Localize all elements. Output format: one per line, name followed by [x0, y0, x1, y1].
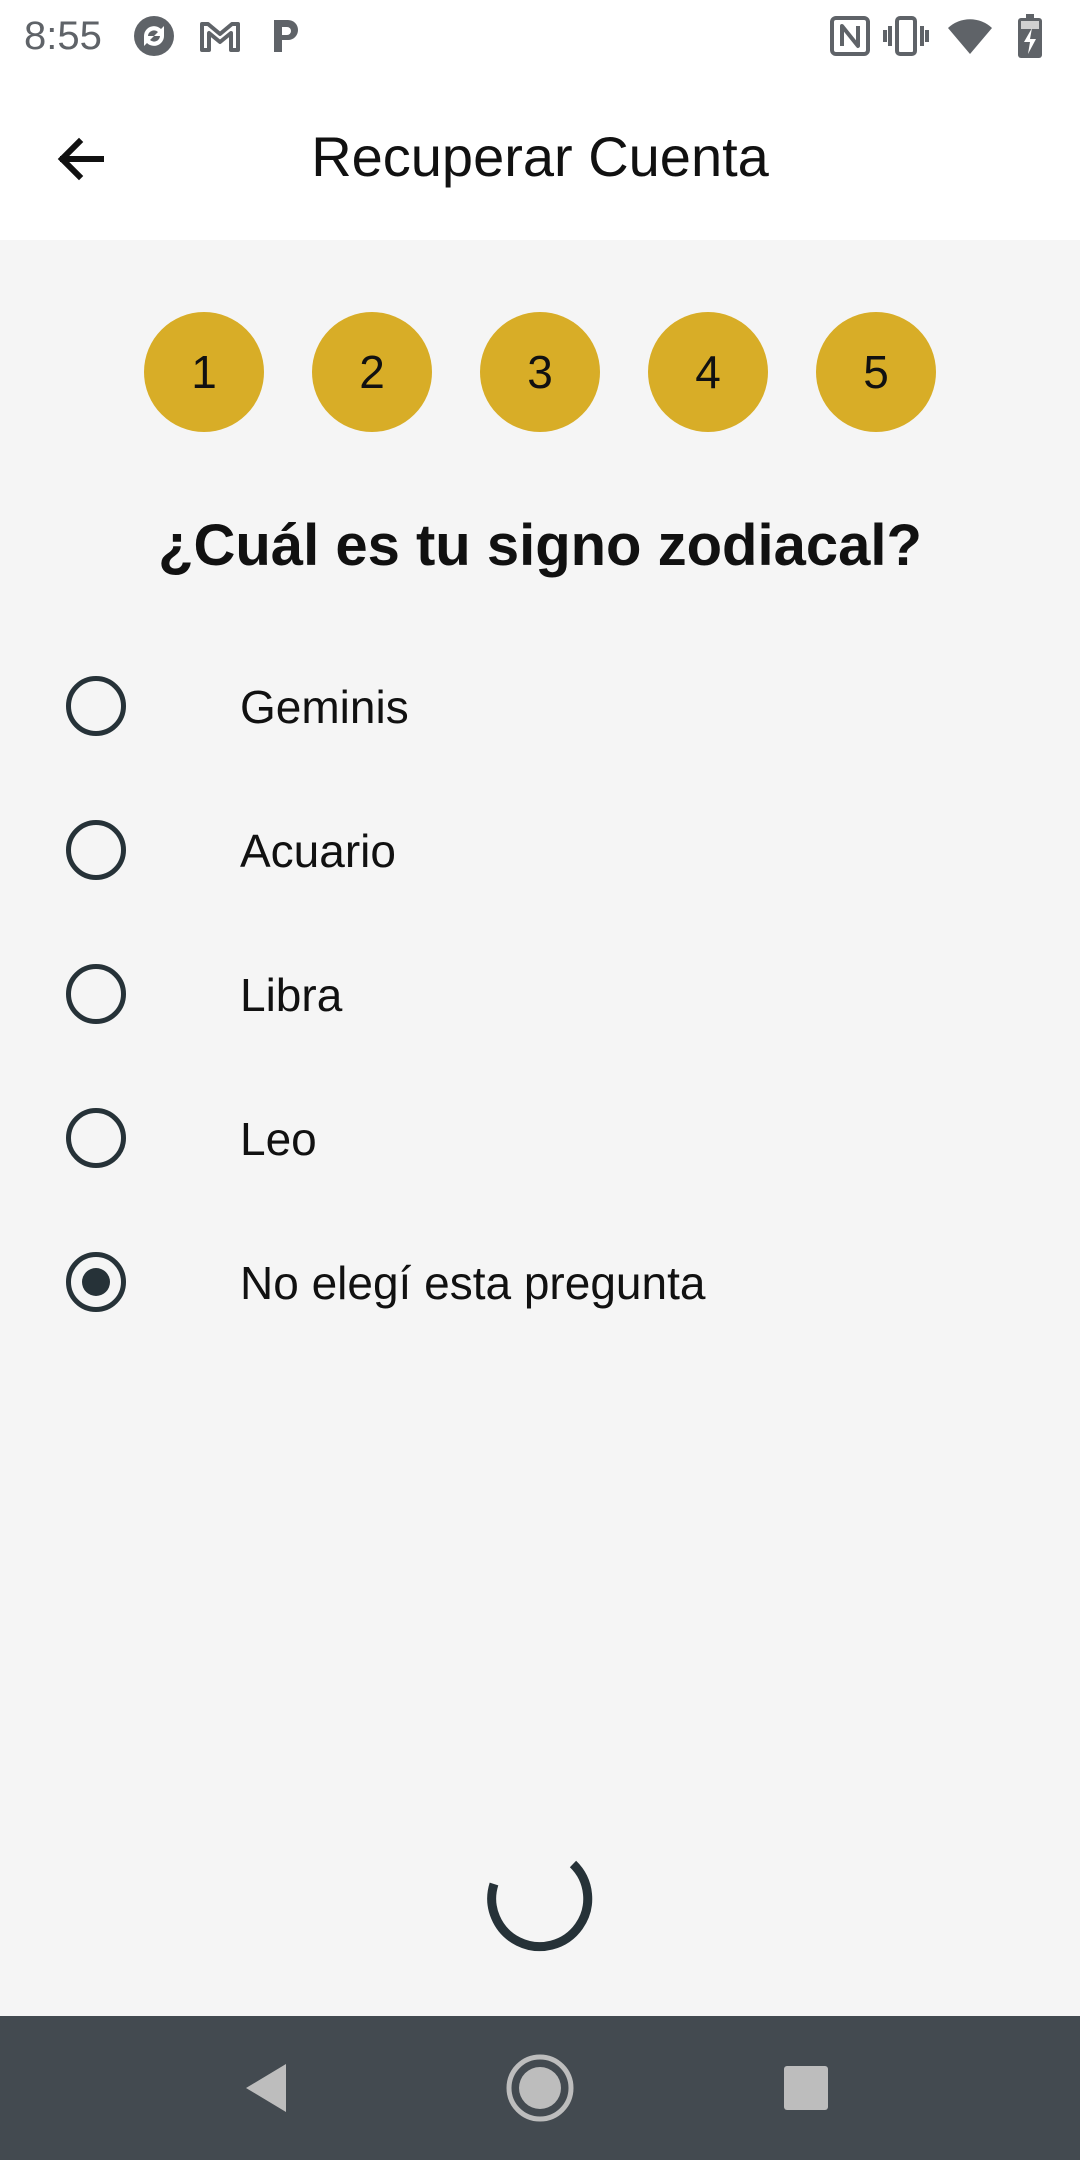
- step-3[interactable]: 3: [480, 312, 600, 432]
- option-label: No elegí esta pregunta: [240, 1257, 706, 1309]
- wifi-icon: [948, 19, 992, 54]
- gmail-icon: [200, 22, 240, 52]
- nav-back-button[interactable]: [196, 2016, 340, 2160]
- step-4[interactable]: 4: [648, 312, 768, 432]
- step-5[interactable]: 5: [816, 312, 936, 432]
- back-triangle-icon: [246, 2064, 286, 2112]
- option-leo[interactable]: Leo: [0, 1078, 1080, 1198]
- option-label: Libra: [240, 969, 343, 1021]
- nav-home-button[interactable]: [468, 2016, 612, 2160]
- option-geminis[interactable]: Geminis: [0, 646, 1080, 766]
- option-no-elegi[interactable]: No elegí esta pregunta: [0, 1222, 1080, 1342]
- app-bar: Recuperar Cuenta: [0, 72, 1080, 240]
- step-1[interactable]: 1: [144, 312, 264, 432]
- page-title: Recuperar Cuenta: [311, 125, 769, 188]
- nfc-icon: [830, 16, 870, 56]
- status-time: 8:55: [24, 14, 102, 58]
- screen: 8:55 Recuperar Cuenta 1 2 3 4 5 ¿Cuál es…: [0, 0, 1080, 2160]
- loading-spinner-icon: [487, 1860, 593, 1952]
- radio-button[interactable]: [66, 964, 126, 1024]
- system-nav-bar: [0, 2016, 1080, 2160]
- option-label: Geminis: [240, 681, 409, 733]
- radio-button[interactable]: [66, 1108, 126, 1168]
- home-circle-icon: [506, 2054, 574, 2122]
- status-bar: 8:55: [0, 0, 1080, 72]
- radio-button-selected[interactable]: [66, 1252, 126, 1312]
- option-libra[interactable]: Libra: [0, 934, 1080, 1054]
- radio-selected-dot: [82, 1268, 110, 1296]
- sync-app-icon: [134, 16, 174, 56]
- radio-button[interactable]: [66, 676, 126, 736]
- question-heading: ¿Cuál es tu signo zodiacal?: [158, 513, 922, 578]
- nav-recents-button[interactable]: [734, 2016, 878, 2160]
- option-label: Leo: [240, 1113, 317, 1165]
- option-label: Acuario: [240, 825, 396, 877]
- option-acuario[interactable]: Acuario: [0, 790, 1080, 910]
- pandora-icon: [274, 20, 298, 52]
- recents-square-icon: [784, 2066, 828, 2110]
- step-indicator: 1 2 3 4 5: [0, 312, 1080, 432]
- radio-button[interactable]: [66, 820, 126, 880]
- vibrate-icon: [883, 16, 929, 56]
- step-2[interactable]: 2: [312, 312, 432, 432]
- battery-charging-icon: [1018, 14, 1042, 58]
